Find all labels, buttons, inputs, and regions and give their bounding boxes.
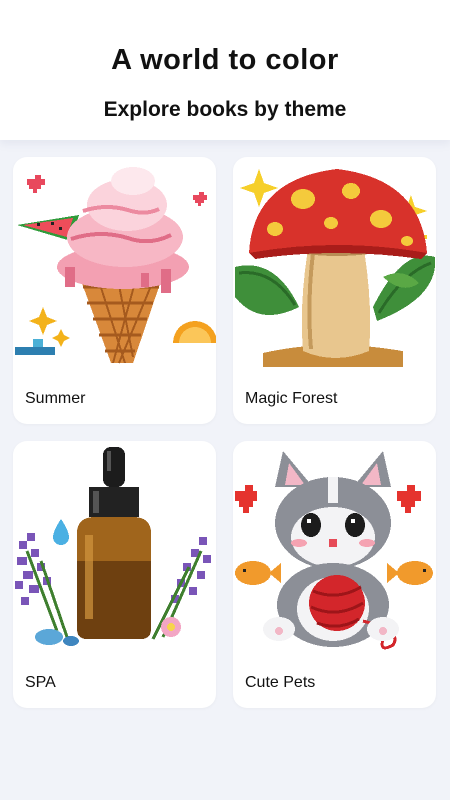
book-label: Magic Forest bbox=[245, 390, 338, 407]
book-card-spa[interactable]: SPA bbox=[13, 441, 216, 708]
header: A world to color Explore books by theme bbox=[0, 0, 450, 140]
book-label: SPA bbox=[25, 674, 56, 691]
page-subtitle: Explore books by theme bbox=[103, 98, 347, 121]
book-label: Cute Pets bbox=[245, 674, 316, 691]
ice-cream-cone-icon bbox=[15, 167, 216, 367]
essential-oil-bottle-icon bbox=[15, 447, 211, 646]
page-title: A world to color bbox=[111, 44, 339, 76]
book-card-cute-pets[interactable]: Cute Pets bbox=[233, 441, 436, 708]
book-card-summer[interactable]: Summer bbox=[13, 157, 216, 424]
book-label: Summer bbox=[25, 390, 86, 407]
book-card-magic-forest[interactable]: Magic Forest bbox=[233, 157, 436, 424]
kitten-with-yarn-icon bbox=[235, 451, 433, 650]
mushroom-icon bbox=[235, 169, 436, 367]
